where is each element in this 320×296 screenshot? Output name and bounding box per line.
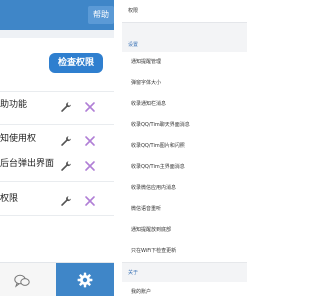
section-gap: [0, 30, 114, 38]
divider: [0, 124, 114, 125]
about-section-header: 关于: [122, 264, 247, 282]
permissions-row[interactable]: 权限: [122, 0, 247, 23]
section-title: 关于: [128, 270, 139, 276]
wrench-icon[interactable]: [60, 195, 72, 207]
close-icon[interactable]: [84, 101, 96, 113]
settings-item-label: 收录微信应用内消息: [131, 185, 177, 191]
settings-item[interactable]: 收录QQ/Tim图片和闪照: [122, 136, 247, 158]
permission-row: 助功能: [0, 94, 114, 124]
settings-item-label: 微信语音重听: [131, 206, 162, 212]
permission-label: 助功能: [0, 100, 28, 110]
settings-item-label: 收录QQ/Tim主界面消息: [131, 164, 185, 170]
settings-item[interactable]: 微信语音重听: [122, 199, 247, 221]
wrench-icon[interactable]: [60, 135, 72, 147]
divider: [0, 215, 114, 216]
check-permissions-button[interactable]: 检查权限: [49, 53, 103, 73]
wrench-icon[interactable]: [60, 101, 72, 113]
permission-row: 后台弹出界面: [0, 153, 114, 183]
permission-row: 权限: [0, 188, 114, 218]
divider: [0, 91, 114, 92]
permissions-panel: 帮助 检查权限 助功能 知使用权 后台弹出界面 权限: [0, 0, 114, 296]
wrench-icon[interactable]: [60, 160, 72, 172]
settings-item-label: 收录QQ/Tim图片和闪照: [131, 143, 185, 149]
bottom-nav: [0, 262, 114, 296]
settings-item[interactable]: 只在WiFi下检查更新: [122, 241, 247, 263]
settings-item[interactable]: 通知提醒管理: [122, 52, 247, 74]
chat-icon[interactable]: [14, 274, 30, 288]
top-bar: 帮助: [0, 0, 114, 30]
divider: [0, 181, 114, 182]
settings-item[interactable]: 收录QQ/Tim聊天界面消息: [122, 115, 247, 137]
settings-item[interactable]: 收录通知栏消息: [122, 94, 247, 116]
settings-item[interactable]: 通知提醒放到底部: [122, 220, 247, 242]
settings-item-label: 只在WiFi下检查更新: [131, 248, 177, 254]
settings-item-label: 收录通知栏消息: [131, 101, 167, 107]
about-item-label: 我的账户: [131, 289, 152, 295]
permission-label: 知使用权: [0, 134, 37, 144]
close-icon[interactable]: [84, 135, 96, 147]
permissions-label: 权限: [128, 8, 139, 14]
settings-item-label: 通知提醒管理: [131, 59, 162, 65]
settings-panel: 权限 设置 通知提醒管理 弹窗字体大小 收录通知栏消息 收录QQ/Tim聊天界面…: [122, 0, 247, 296]
settings-item-label: 通知提醒放到底部: [131, 227, 172, 233]
permission-label: 权限: [0, 194, 19, 204]
about-item[interactable]: 我的账户: [122, 282, 247, 296]
settings-item-label: 弹窗字体大小: [131, 80, 162, 86]
help-button[interactable]: 帮助: [88, 6, 114, 24]
gear-icon: [77, 272, 93, 288]
settings-tab[interactable]: [56, 263, 114, 296]
settings-item[interactable]: 弹窗字体大小: [122, 73, 247, 95]
settings-item[interactable]: 收录QQ/Tim主界面消息: [122, 157, 247, 179]
section-title: 设置: [128, 42, 139, 48]
settings-item[interactable]: 收录微信应用内消息: [122, 178, 247, 200]
permission-label: 后台弹出界面: [0, 159, 55, 169]
close-icon[interactable]: [84, 160, 96, 172]
settings-item-label: 收录QQ/Tim聊天界面消息: [131, 122, 190, 128]
close-icon[interactable]: [84, 195, 96, 207]
